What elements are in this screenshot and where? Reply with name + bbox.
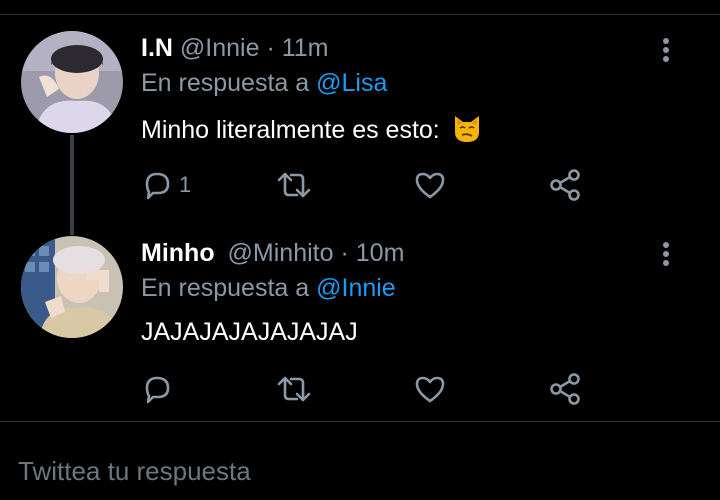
display-name[interactable]: I.N <box>141 34 173 62</box>
reply-context: En respuesta a @Lisa <box>141 68 387 98</box>
tweet-actions <box>141 371 601 407</box>
timestamp[interactable]: · 11m <box>266 34 328 62</box>
retweet-button[interactable] <box>276 167 312 203</box>
reply-prefix: En respuesta a <box>141 274 310 302</box>
retweet-icon <box>276 169 312 201</box>
reply-count: 1 <box>179 172 192 197</box>
more-options-button[interactable] <box>655 36 677 66</box>
retweet-button[interactable] <box>276 371 312 407</box>
username[interactable]: @Minhito <box>228 239 334 267</box>
mention-link[interactable]: @Innie <box>316 274 396 302</box>
retweet-icon <box>276 373 312 405</box>
smirking-cat-emoji-icon <box>451 112 483 144</box>
top-divider <box>0 14 720 15</box>
tweet-text: JAJAJAJAJAJAJAJ <box>141 317 358 347</box>
tweet-body: JAJAJAJAJAJAJAJ <box>141 318 358 346</box>
like-icon <box>413 373 447 405</box>
like-button[interactable] <box>413 371 447 407</box>
avatar[interactable] <box>21 236 123 338</box>
like-icon <box>413 169 447 201</box>
tweet-body: Minho literalmente es esto: <box>141 116 440 144</box>
reply-thread-screen: I.N @Innie · 11m En respuesta a @Lisa Mi… <box>0 0 720 500</box>
reply-button[interactable] <box>141 371 179 407</box>
reply-icon <box>141 373 173 405</box>
timestamp[interactable]: · 10m <box>340 239 404 267</box>
composer-divider <box>0 421 720 422</box>
share-icon <box>549 168 583 202</box>
share-button[interactable] <box>549 167 583 203</box>
avatar[interactable] <box>21 31 123 133</box>
like-button[interactable] <box>413 167 447 203</box>
thread-connector-line <box>70 135 74 235</box>
display-name[interactable]: Minho <box>141 239 215 267</box>
tweet-header: I.N @Innie · 11m <box>141 33 329 63</box>
tweet-header: Minho @Minhito · 10m <box>141 238 404 268</box>
tweet-actions: 1 <box>141 167 601 203</box>
share-icon <box>549 372 583 406</box>
share-button[interactable] <box>549 371 583 407</box>
reply-icon <box>141 169 173 201</box>
reply-button[interactable]: 1 <box>141 167 191 203</box>
mention-link[interactable]: @Lisa <box>316 69 387 97</box>
reply-composer-input[interactable]: Twittea tu respuesta <box>18 454 251 488</box>
reply-prefix: En respuesta a <box>141 69 310 97</box>
reply-context: En respuesta a @Innie <box>141 273 396 303</box>
tweet-text: Minho literalmente es esto: <box>141 112 483 145</box>
username[interactable]: @Innie <box>180 34 260 62</box>
more-options-button[interactable] <box>655 240 677 270</box>
